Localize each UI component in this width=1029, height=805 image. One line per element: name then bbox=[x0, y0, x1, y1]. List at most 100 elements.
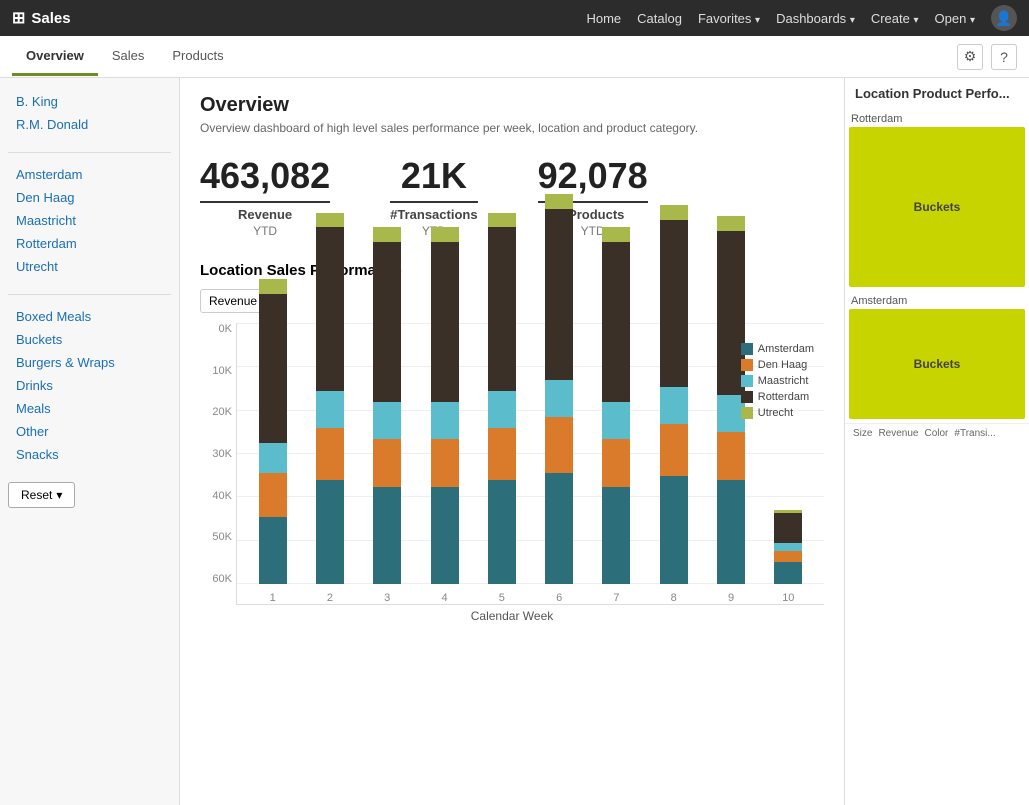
nav-home[interactable]: Home bbox=[586, 11, 621, 26]
treemap-bottom: Size Revenue Color #Transi... bbox=[845, 423, 1029, 443]
nav-favorites[interactable]: Favorites ▾ bbox=[698, 11, 760, 26]
stacked-bar-8 bbox=[660, 205, 688, 584]
right-panel-title: Location Product Perfo... bbox=[845, 78, 1029, 109]
sidebar-cat-meals[interactable]: Meals bbox=[8, 397, 171, 420]
nav-open[interactable]: Open ▾ bbox=[935, 11, 975, 26]
settings-icon[interactable]: ⚙ bbox=[957, 44, 983, 70]
bar-segment-denHaag bbox=[488, 428, 516, 480]
tab-overview[interactable]: Overview bbox=[12, 38, 98, 76]
legend-color-0 bbox=[741, 343, 753, 355]
bar-segment-maastricht bbox=[373, 402, 401, 439]
tab-sales[interactable]: Sales bbox=[98, 38, 159, 76]
chart-legend: AmsterdamDen HaagMaastrichtRotterdamUtre… bbox=[741, 343, 814, 423]
stacked-bar-3 bbox=[373, 227, 401, 584]
y-label-40k: 40K bbox=[200, 490, 232, 502]
bar-segment-maastricht bbox=[602, 402, 630, 439]
bar-segment-maastricht bbox=[774, 543, 802, 550]
treemap-rotterdam: Rotterdam Buckets bbox=[845, 109, 1029, 287]
bar-group-4 bbox=[419, 323, 470, 584]
sidebar-location-rotterdam[interactable]: Rotterdam bbox=[8, 232, 171, 255]
right-panel: Location Product Perfo... Rotterdam Buck… bbox=[844, 78, 1029, 805]
y-label-10k: 10K bbox=[200, 365, 232, 377]
page-description: Overview dashboard of high level sales p… bbox=[200, 121, 824, 135]
bar-segment-utrecht bbox=[660, 205, 688, 220]
bar-group-1 bbox=[247, 323, 298, 584]
bar-segment-rotterdam bbox=[602, 242, 630, 402]
bar-segment-denHaag bbox=[774, 551, 802, 562]
bar-segment-rotterdam bbox=[488, 227, 516, 390]
sidebar: B. King R.M. Donald Amsterdam Den Haag M… bbox=[0, 78, 180, 805]
dashboards-dropdown-arrow: ▾ bbox=[850, 15, 855, 26]
bottom-color: Color bbox=[924, 428, 948, 439]
sidebar-cat-burgerswraps[interactable]: Burgers & Wraps bbox=[8, 351, 171, 374]
sidebar-cat-drinks[interactable]: Drinks bbox=[8, 374, 171, 397]
top-nav: ⊞ Sales Home Catalog Favorites ▾ Dashboa… bbox=[0, 0, 1029, 36]
bar-segment-amsterdam bbox=[316, 480, 344, 584]
bar-segment-rotterdam bbox=[660, 220, 688, 387]
locations-section: Amsterdam Den Haag Maastricht Rotterdam … bbox=[8, 163, 171, 278]
legend-item-utrecht: Utrecht bbox=[741, 407, 814, 419]
stacked-bar-7 bbox=[602, 227, 630, 584]
bars-row bbox=[237, 323, 824, 584]
bar-chart-area: 60K 50K 40K 30K 20K 10K 0K bbox=[200, 323, 824, 605]
categories-section: Boxed Meals Buckets Burgers & Wraps Drin… bbox=[8, 305, 171, 466]
treemap-amsterdam-buckets: Buckets bbox=[849, 309, 1025, 419]
bar-segment-utrecht bbox=[488, 213, 516, 228]
y-label-50k: 50K bbox=[200, 531, 232, 543]
bar-segment-denHaag bbox=[545, 417, 573, 473]
grid-icon: ⊞ bbox=[12, 8, 25, 28]
sidebar-location-maastricht[interactable]: Maastricht bbox=[8, 209, 171, 232]
chart-section: Location Sales Performance Revenue ▾ 60K… bbox=[200, 262, 824, 623]
chart-plot: 12345678910 AmsterdamDen HaagMaastrichtR… bbox=[236, 323, 824, 605]
bar-segment-utrecht bbox=[259, 279, 287, 294]
x-label-8: 8 bbox=[648, 592, 699, 604]
bottom-size: Size bbox=[853, 428, 872, 439]
create-dropdown-arrow: ▾ bbox=[914, 15, 919, 26]
sidebar-location-amsterdam[interactable]: Amsterdam bbox=[8, 163, 171, 186]
bar-segment-denHaag bbox=[602, 439, 630, 487]
bar-segment-utrecht bbox=[602, 227, 630, 242]
bar-group-5 bbox=[476, 323, 527, 584]
divider-1 bbox=[8, 152, 171, 153]
sidebar-cat-boxedmeals[interactable]: Boxed Meals bbox=[8, 305, 171, 328]
bar-segment-rotterdam bbox=[316, 227, 344, 390]
bar-segment-amsterdam bbox=[488, 480, 516, 584]
sidebar-cat-buckets[interactable]: Buckets bbox=[8, 328, 171, 351]
x-label-9: 9 bbox=[705, 592, 756, 604]
y-label-0k: 0K bbox=[200, 323, 232, 335]
bar-segment-amsterdam bbox=[431, 487, 459, 584]
help-icon[interactable]: ? bbox=[991, 44, 1017, 70]
nav-catalog[interactable]: Catalog bbox=[637, 11, 682, 26]
sidebar-cat-snacks[interactable]: Snacks bbox=[8, 443, 171, 466]
legend-item-amsterdam: Amsterdam bbox=[741, 343, 814, 355]
x-label-4: 4 bbox=[419, 592, 470, 604]
bar-segment-amsterdam bbox=[373, 487, 401, 584]
sidebar-location-denhaag[interactable]: Den Haag bbox=[8, 186, 171, 209]
nav-dashboards[interactable]: Dashboards ▾ bbox=[776, 11, 855, 26]
x-label-7: 7 bbox=[591, 592, 642, 604]
x-label-1: 1 bbox=[247, 592, 298, 604]
bar-segment-denHaag bbox=[316, 428, 344, 480]
bar-group-2 bbox=[304, 323, 355, 584]
tab-products[interactable]: Products bbox=[158, 38, 237, 76]
treemap-amsterdam-label: Amsterdam bbox=[845, 291, 1029, 309]
sidebar-location-utrecht[interactable]: Utrecht bbox=[8, 255, 171, 278]
kpi-products-value: 92,078 bbox=[538, 155, 648, 197]
legend-label-3: Rotterdam bbox=[758, 391, 809, 403]
reset-button[interactable]: Reset ▾ bbox=[8, 482, 75, 508]
sidebar-person-bking[interactable]: B. King bbox=[8, 90, 171, 113]
treemap-container: Rotterdam Buckets Amsterdam Buckets bbox=[845, 109, 1029, 419]
user-avatar[interactable]: 👤 bbox=[991, 5, 1017, 31]
sidebar-cat-other[interactable]: Other bbox=[8, 420, 171, 443]
reset-dropdown-arrow: ▾ bbox=[56, 488, 62, 502]
bottom-revenue: Revenue bbox=[878, 428, 918, 439]
legend-color-3 bbox=[741, 391, 753, 403]
top-nav-links: Home Catalog Favorites ▾ Dashboards ▾ Cr… bbox=[586, 5, 1017, 31]
kpi-revenue: 463,082 Revenue YTD bbox=[200, 155, 330, 238]
kpi-revenue-value: 463,082 bbox=[200, 155, 330, 197]
sidebar-person-rmdonald[interactable]: R.M. Donald bbox=[8, 113, 171, 136]
x-label-3: 3 bbox=[362, 592, 413, 604]
bar-segment-denHaag bbox=[259, 473, 287, 518]
nav-create[interactable]: Create ▾ bbox=[871, 11, 919, 26]
kpi-revenue-label: Revenue bbox=[200, 201, 330, 222]
